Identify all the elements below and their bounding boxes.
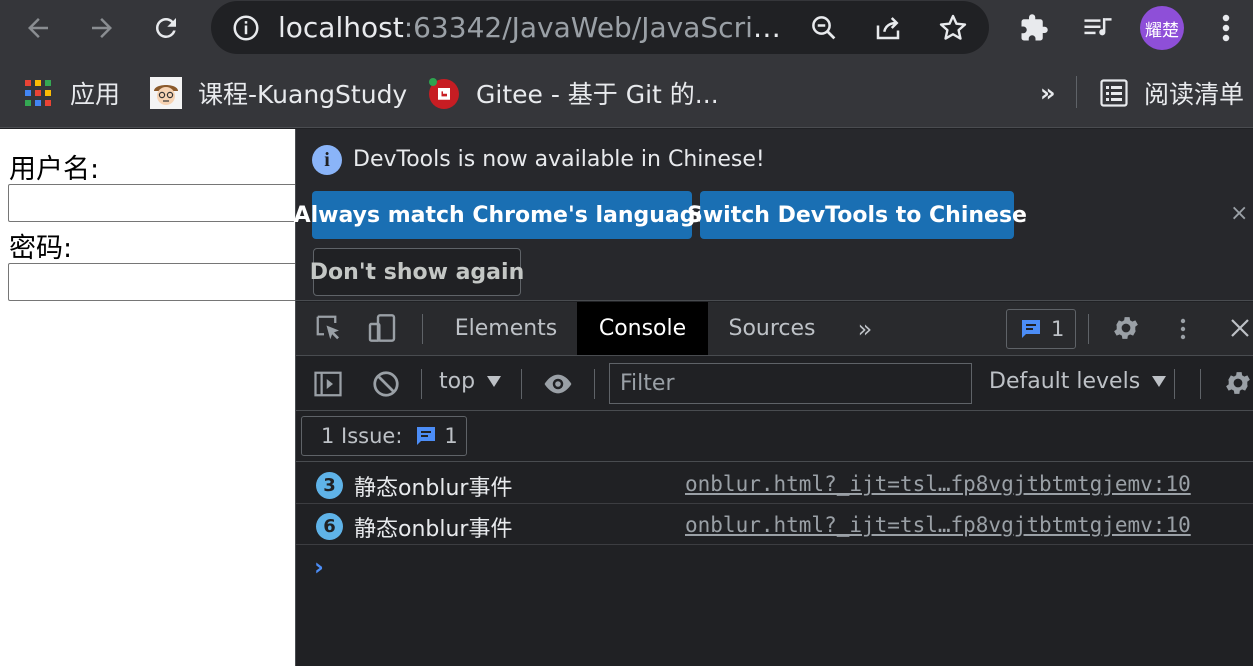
inspect-element-icon[interactable] [314,313,344,343]
toolbar-divider [594,369,595,399]
kuangstudy-favicon [150,77,182,109]
repeat-count-badge: 3 [316,472,343,499]
issues-label: 1 Issue: [321,424,403,448]
filter-input[interactable] [610,364,971,403]
back-icon[interactable] [18,8,58,48]
reading-list-button[interactable]: 阅读清单 [1100,74,1244,112]
console-settings-icon[interactable] [1223,368,1253,398]
issues-count: 1 [1051,317,1065,341]
info-icon: i [312,145,342,175]
tab-sources[interactable]: Sources [712,302,832,355]
zoom-icon[interactable] [809,13,839,43]
toolbar-divider [1174,369,1175,399]
toolbar-divider [521,369,522,399]
site-info-icon[interactable] [231,13,261,43]
console-message-text: 静态onblur事件 [354,476,513,501]
console-toolbar: top Default levels [296,357,1253,411]
url-path: :63342/JavaWeb/JavaScript... [403,11,790,44]
switch-to-chinese-button[interactable]: Switch DevTools to Chinese [687,191,1027,239]
bookmark-label: 课程-KuangStudy [198,80,408,109]
reading-list-icon [1100,79,1128,107]
browser-toolbar: localhost:63342/JavaWeb/JavaScript... 耀楚 [0,0,1253,56]
issues-button[interactable]: 1 Issue: 1 [301,416,467,456]
reload-icon[interactable] [146,8,186,48]
bookmark-gitee[interactable]: Gitee - 基于 Git 的... [427,74,719,112]
message-icon [1019,317,1043,341]
device-toolbar-icon[interactable] [366,312,398,344]
password-input[interactable] [8,263,295,301]
toolbar-divider [1200,369,1201,399]
log-levels-dropdown[interactable]: Default levels [989,369,1167,394]
console-message-text: 静态onblur事件 [354,517,513,542]
message-icon [414,424,438,448]
reading-list-label: 阅读清单 [1144,80,1245,109]
tab-elements[interactable]: Elements [438,302,574,355]
more-options-icon[interactable] [1179,314,1187,344]
url-host: localhost [278,11,404,44]
infobar-message: DevTools is now available in Chinese! [353,147,765,172]
bookmark-label: Gitee - 基于 Git 的... [476,80,719,109]
console-message-row: 3 静态onblur事件 onblur.html?_ijt=tsl…fp8vgj… [296,464,1253,504]
share-icon[interactable] [873,13,903,43]
language-infobar: i DevTools is now available in Chinese! … [294,129,1253,301]
tab-divider [422,314,423,344]
bookmark-star-icon[interactable] [937,12,969,44]
url-text[interactable]: localhost:63342/JavaWeb/JavaScript... [278,11,790,44]
chevron-down-icon [1152,375,1167,388]
menu-icon[interactable] [1206,8,1246,48]
chevron-down-icon [487,375,502,388]
page-viewport: 用户名: 密码: [0,129,295,666]
issues-bar: 1 Issue: 1 [296,412,1253,462]
tab-console[interactable]: Console [577,302,708,355]
source-link[interactable]: onblur.html?_ijt=tsl…fp8vgjtbtmtgjemv:10 [685,513,1191,537]
close-devtools-icon[interactable] [1228,316,1252,340]
context-selector[interactable]: top [439,369,502,394]
forward-icon[interactable] [82,8,122,48]
dont-show-again-button[interactable]: Don't show again [310,248,524,296]
password-label: 密码: [9,233,73,264]
bookmark-apps[interactable]: 应用 [24,74,120,112]
more-tabs-button[interactable]: » [845,302,885,355]
always-match-language-button[interactable]: Always match Chrome's language [294,191,710,239]
bookmarks-divider [1076,76,1077,108]
bookmark-kuangstudy[interactable]: 课程-KuangStudy [150,74,407,112]
devtools-tabbar: Elements Console Sources » 1 [296,302,1253,356]
issues-count: 1 [444,424,458,448]
username-label: 用户名: [9,154,100,185]
tab-divider [1088,314,1089,344]
profile-avatar[interactable]: 耀楚 [1140,6,1184,50]
close-icon[interactable]: × [1230,201,1248,226]
gitee-favicon [427,77,460,110]
bookmark-label: 应用 [70,80,121,109]
context-label: top [439,369,476,394]
bookmarks-bar: 应用 课程-KuangStudy Gitee - 基于 Git 的... » 阅… [0,56,1253,128]
username-input[interactable] [8,184,295,222]
devtools-panel: i DevTools is now available in Chinese! … [294,129,1253,666]
apps-grid-icon [24,79,52,107]
source-link[interactable]: onblur.html?_ijt=tsl…fp8vgjtbtmtgjemv:10 [685,472,1191,496]
clear-console-icon[interactable] [371,369,401,399]
toolbar-divider [421,369,422,399]
console-prompt[interactable]: › [314,553,324,581]
sidebar-toggle-icon[interactable] [313,369,343,399]
extensions-icon[interactable] [1014,8,1054,48]
bookmarks-overflow-button[interactable]: » [1040,74,1056,112]
settings-gear-icon[interactable] [1111,313,1141,343]
filter-field[interactable] [609,363,972,404]
address-bar[interactable]: localhost:63342/JavaWeb/JavaScript... [211,1,989,54]
media-control-icon[interactable] [1078,8,1118,48]
repeat-count-badge: 6 [316,513,343,540]
console-message-row: 6 静态onblur事件 onblur.html?_ijt=tsl…fp8vgj… [296,505,1253,545]
live-expression-eye-icon[interactable] [541,370,575,398]
log-levels-label: Default levels [989,369,1141,394]
issues-counter-button[interactable]: 1 [1006,309,1076,349]
